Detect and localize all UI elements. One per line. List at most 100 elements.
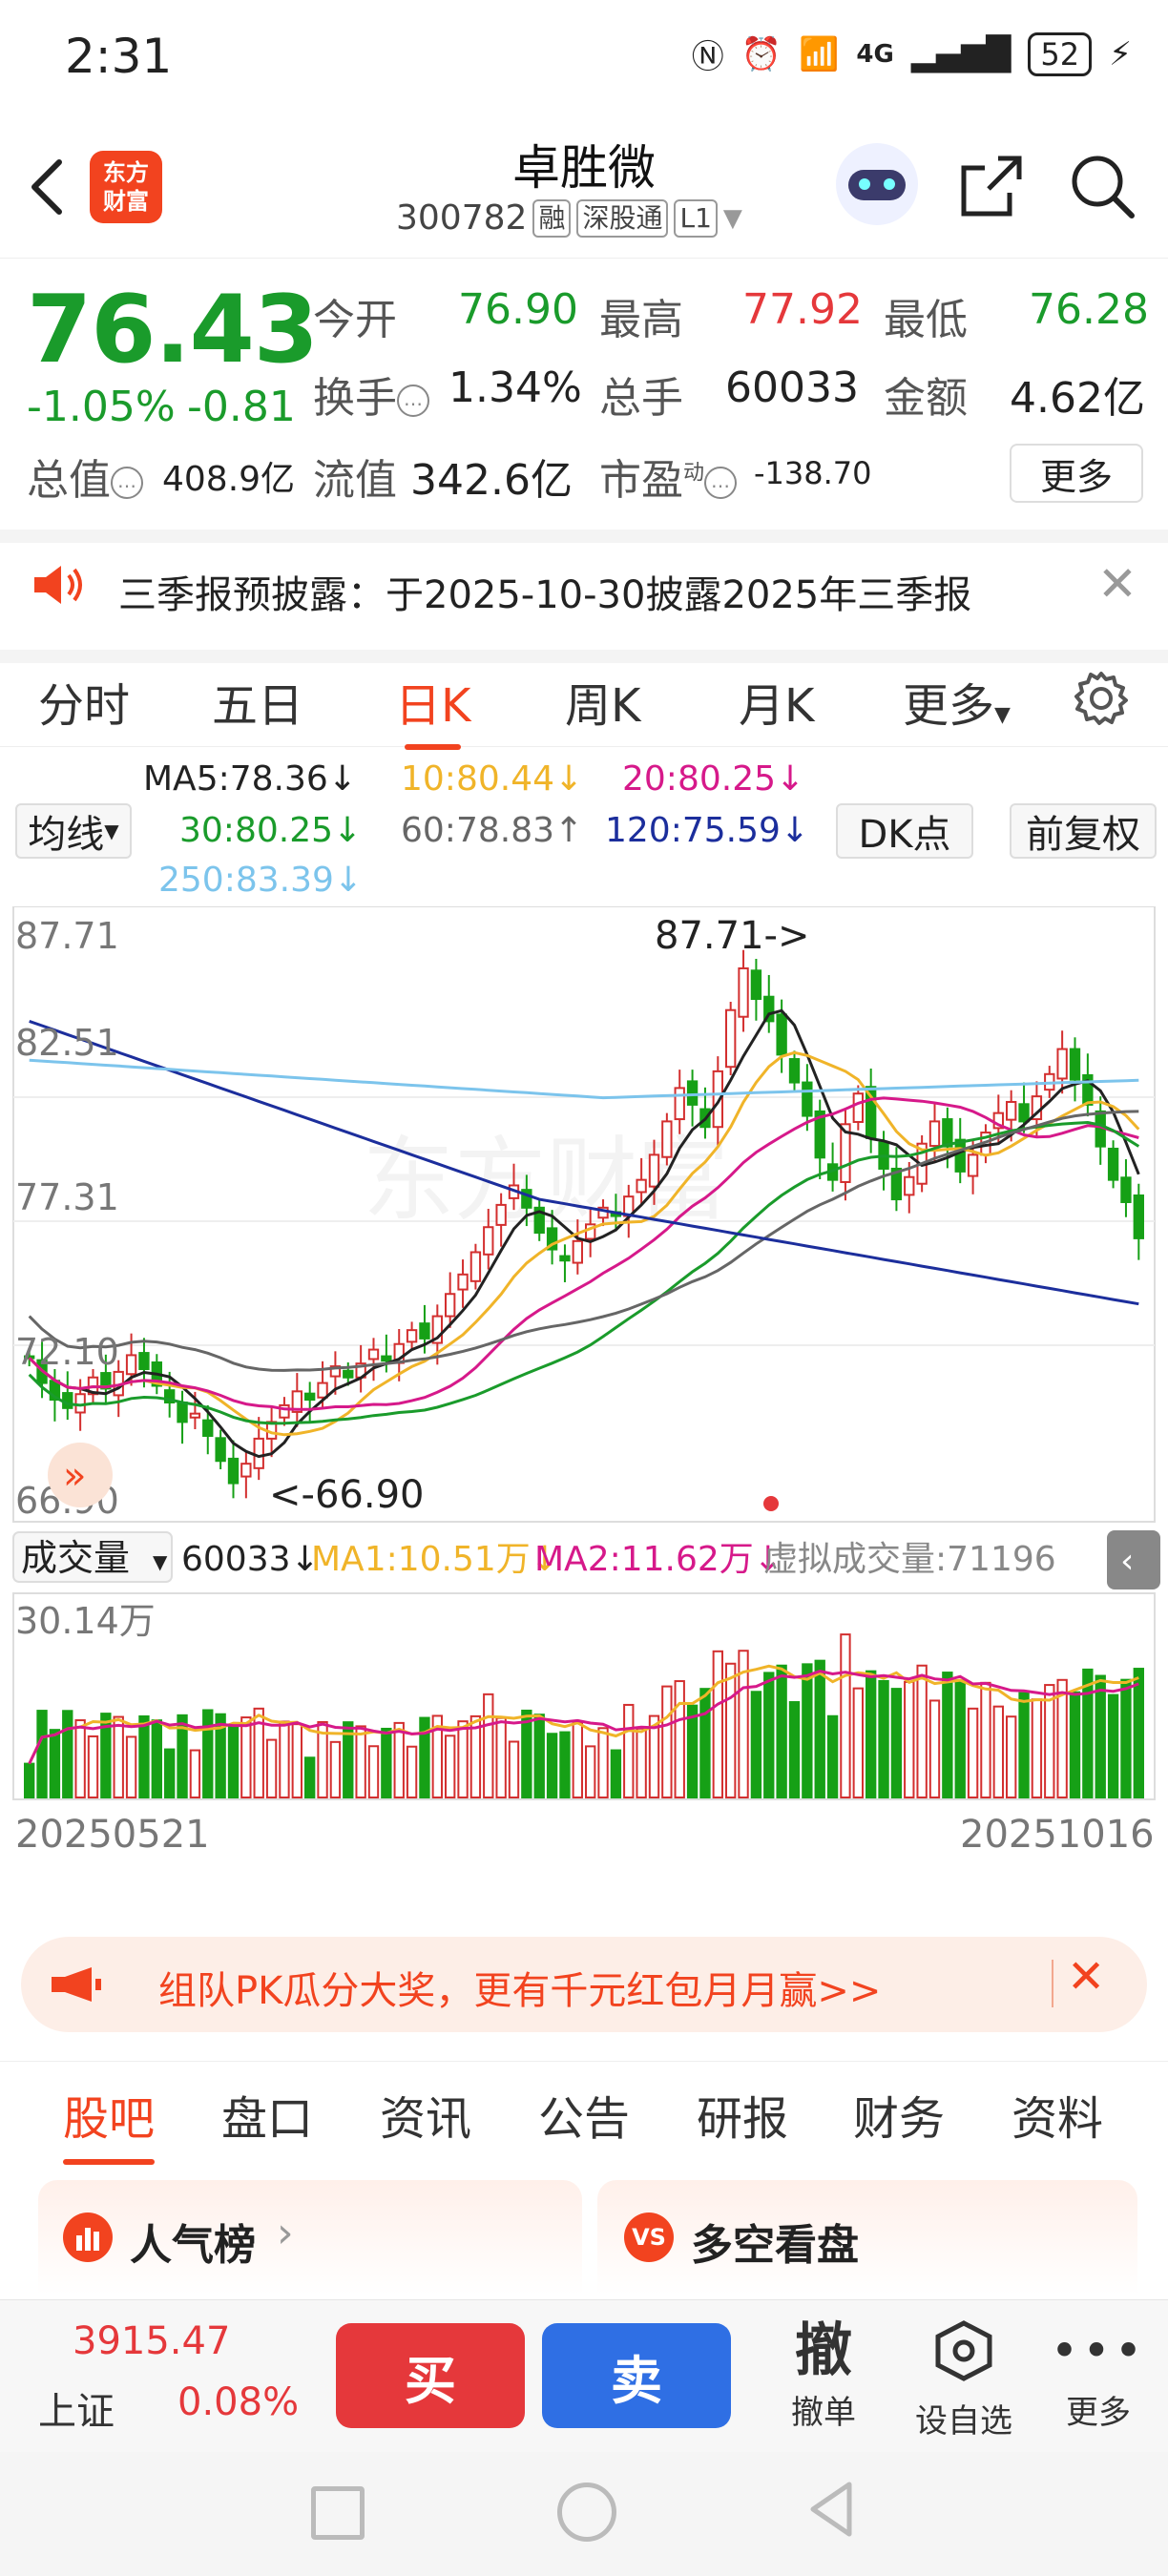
tab-research[interactable]: 研报 bbox=[697, 2081, 788, 2148]
candle-body bbox=[572, 1239, 583, 1264]
cancel-label: 撤单 bbox=[791, 2394, 856, 2432]
tab-profile[interactable]: 资料 bbox=[1012, 2081, 1103, 2148]
signal-icon: ▂▄▆█ bbox=[910, 34, 1012, 73]
event-marker-dot[interactable] bbox=[763, 1496, 779, 1511]
home-icon[interactable] bbox=[557, 2483, 616, 2542]
volume-bar bbox=[661, 1685, 673, 1798]
candle-body bbox=[967, 1153, 979, 1177]
volume-bar bbox=[992, 1705, 1004, 1799]
turnover-label-group[interactable]: 换手… bbox=[313, 364, 429, 425]
volume-bar bbox=[1082, 1668, 1094, 1798]
volume-bar bbox=[393, 1721, 405, 1798]
pe-value: -138.70 bbox=[754, 455, 872, 491]
mktcap-label-group[interactable]: 总值… bbox=[27, 446, 143, 507]
double-chevron-icon: » bbox=[63, 1454, 86, 1498]
y-tick-3: 77.31 bbox=[15, 1176, 119, 1218]
stock-subtitle: 300782 融 深股通 L1 ▼ bbox=[396, 198, 742, 238]
dropdown-icon[interactable]: ▼ bbox=[723, 204, 742, 233]
notice-bar[interactable]: 三季报预披露：于2025-10-30披露2025年三季报 ✕ bbox=[0, 530, 1168, 663]
volume-bar bbox=[406, 1745, 418, 1798]
share-icon[interactable] bbox=[960, 155, 1023, 218]
tab-five-day[interactable]: 五日 bbox=[212, 668, 303, 735]
tag-connect: 深股通 bbox=[576, 198, 669, 238]
quote-more-button[interactable]: 更多 bbox=[1010, 444, 1143, 503]
volume-bar bbox=[890, 1688, 903, 1798]
tab-monthly-k[interactable]: 月K bbox=[739, 668, 814, 735]
volume-bar bbox=[457, 1720, 469, 1799]
volume-bar bbox=[1120, 1678, 1132, 1799]
settings-gear-icon[interactable] bbox=[1073, 670, 1130, 727]
volume-selector-label: 成交量 bbox=[21, 1537, 130, 1579]
candle-body bbox=[495, 1203, 507, 1226]
index-name: 上证 bbox=[38, 2390, 115, 2434]
buy-button[interactable]: 买 bbox=[336, 2323, 525, 2428]
turnover-value: 1.34% bbox=[448, 364, 582, 412]
sell-button[interactable]: 卖 bbox=[542, 2323, 731, 2428]
virtual-volume: 虚拟成交量:71196 bbox=[763, 1540, 1056, 1579]
dk-point-button[interactable]: DK点 bbox=[836, 803, 973, 859]
kline-chart[interactable]: 东方财富 87.71 82.51 77.31 72.10 66.90 87.71… bbox=[0, 906, 1168, 1851]
volume-bar bbox=[151, 1719, 162, 1798]
volume-bar bbox=[826, 1714, 839, 1799]
robot-assistant-icon[interactable] bbox=[836, 143, 918, 225]
more-actions-button[interactable]: ••• 更多 bbox=[1046, 2316, 1151, 2433]
cancel-order-button[interactable]: 撤 撤单 bbox=[771, 2316, 876, 2433]
volume-bar bbox=[852, 1687, 864, 1799]
candle-body bbox=[788, 1058, 801, 1084]
tab-orderbook[interactable]: 盘口 bbox=[221, 2081, 313, 2148]
volume-bar bbox=[712, 1650, 723, 1798]
tag-level: L1 bbox=[674, 198, 718, 238]
candle-body bbox=[1018, 1103, 1030, 1123]
end-date: 20251016 bbox=[960, 1813, 1155, 1851]
promo-banner[interactable]: 组队PK瓜分大奖，更有千元红包月月赢>> ✕ bbox=[21, 1937, 1147, 2032]
adjust-mode-button[interactable]: 前复权 bbox=[1010, 803, 1157, 859]
volume-bar bbox=[240, 1716, 252, 1799]
tab-news[interactable]: 资讯 bbox=[380, 2081, 471, 2148]
volume-bar bbox=[138, 1714, 150, 1799]
volume-bar bbox=[483, 1693, 494, 1799]
tab-daily-k[interactable]: 日K bbox=[395, 668, 470, 750]
volume-bar bbox=[189, 1749, 201, 1799]
indicator-label: 均线 bbox=[28, 813, 105, 857]
candle-body bbox=[750, 969, 762, 1001]
tab-intraday[interactable]: 分时 bbox=[38, 668, 130, 735]
watch-label: 设自选 bbox=[915, 2402, 1012, 2441]
ellipsis-icon: ••• bbox=[1050, 2323, 1147, 2379]
chevron-down-icon: ▼ bbox=[104, 820, 119, 842]
volume-bar bbox=[636, 1727, 647, 1799]
info-icon: … bbox=[704, 467, 738, 499]
search-icon[interactable] bbox=[1069, 153, 1136, 219]
candle-body bbox=[852, 1092, 864, 1123]
bull-bear-card[interactable]: VS 多空看盘 bbox=[597, 2180, 1137, 2295]
candle-body bbox=[483, 1226, 494, 1256]
float-label: 流值 bbox=[313, 456, 397, 505]
last-price: 76.43 bbox=[27, 276, 319, 384]
ma5-label: MA5:78.36↓ bbox=[143, 759, 357, 799]
chevron-down-icon: ▼ bbox=[153, 1550, 168, 1573]
low-value: 76.28 bbox=[1029, 285, 1149, 334]
recent-apps-icon[interactable] bbox=[311, 2486, 365, 2540]
volume-bar bbox=[878, 1679, 889, 1798]
tab-financials[interactable]: 财务 bbox=[853, 2081, 945, 2148]
back-nav-icon[interactable] bbox=[807, 2481, 855, 2538]
candle-body bbox=[419, 1322, 430, 1340]
volume-bar bbox=[164, 1748, 176, 1799]
candle-body bbox=[776, 1013, 787, 1056]
add-watchlist-button[interactable]: 设自选 bbox=[907, 2316, 1021, 2441]
pe-label-group[interactable]: 市盈动… bbox=[599, 446, 738, 507]
tab-weekly-k[interactable]: 周K bbox=[565, 668, 640, 735]
indicator-selector[interactable]: 均线 ▼ bbox=[15, 803, 132, 859]
close-icon[interactable]: ✕ bbox=[1097, 556, 1137, 612]
tab-more[interactable]: 更多▼ bbox=[903, 668, 1011, 735]
candle-body bbox=[240, 1463, 252, 1478]
popularity-card[interactable]: 人气榜 › bbox=[38, 2180, 582, 2295]
tab-forum[interactable]: 股吧 bbox=[63, 2081, 156, 2165]
candle-body bbox=[1107, 1147, 1119, 1181]
close-icon[interactable]: ✕ bbox=[1067, 1950, 1105, 2004]
chevron-right-icon: › bbox=[277, 2209, 294, 2257]
stock-header: 东方 财富 卓胜微 300782 融 深股通 L1 ▼ bbox=[0, 114, 1168, 259]
volume-label: 总手 bbox=[599, 374, 683, 423]
volume-bar bbox=[623, 1703, 635, 1798]
tab-announcements[interactable]: 公告 bbox=[538, 2081, 630, 2148]
candle-body bbox=[1133, 1194, 1144, 1239]
